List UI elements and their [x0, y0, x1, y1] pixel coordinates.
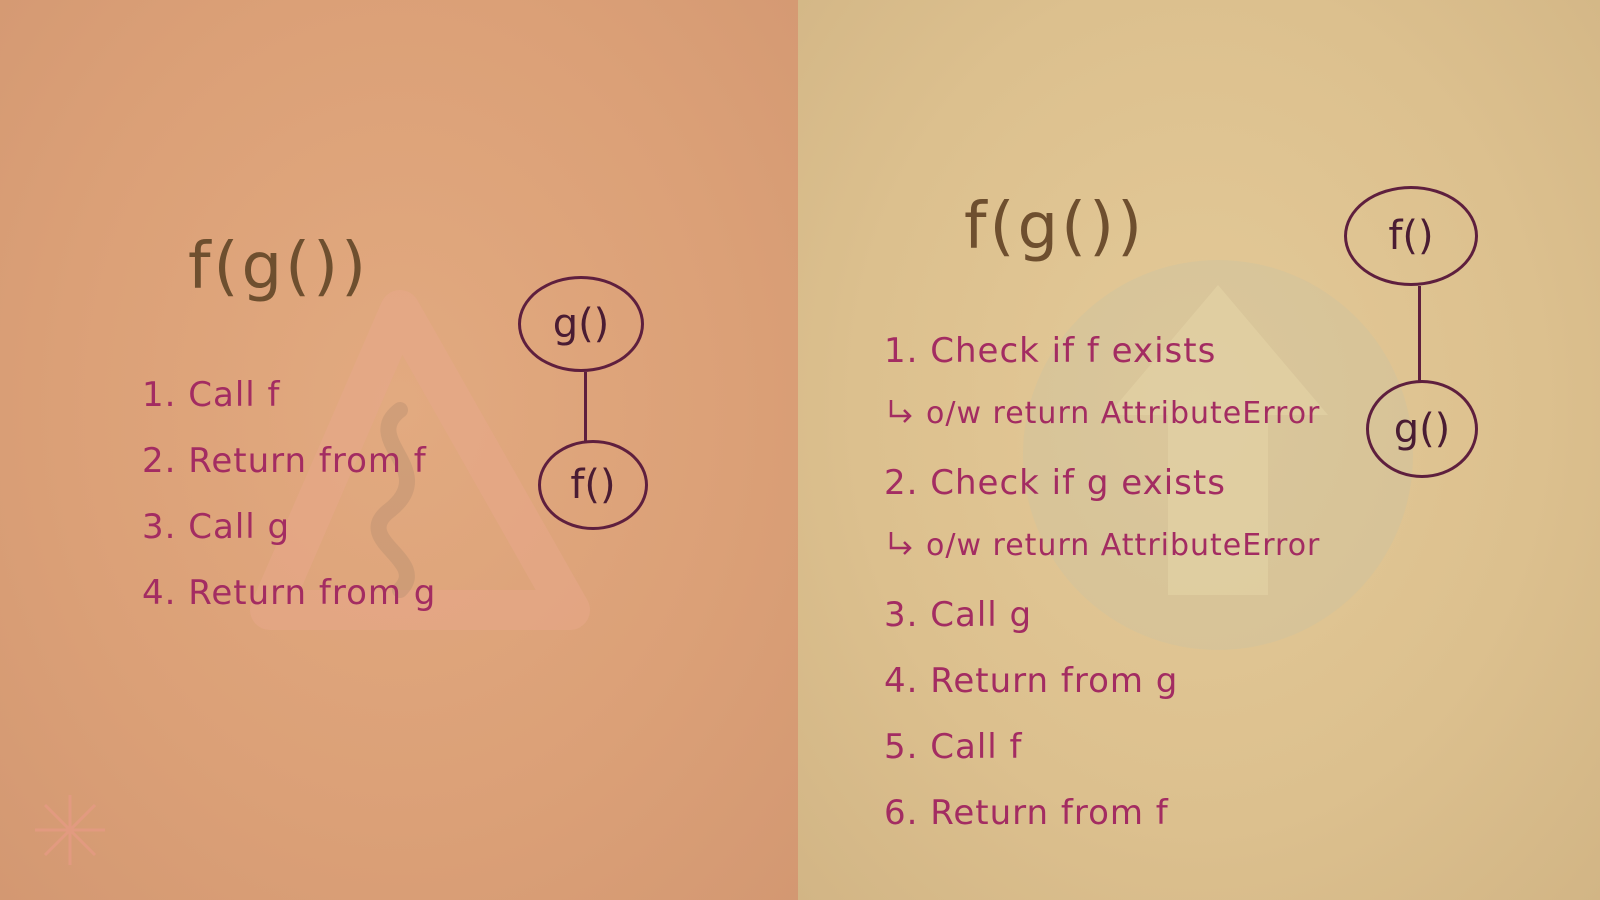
- snowflake-watermark: [35, 795, 105, 865]
- expression-title: f(g()): [188, 230, 370, 304]
- tree-node-top: f(): [1344, 186, 1478, 286]
- step-item: 2. Return from f: [142, 441, 427, 481]
- right-panel: f(g()) 1. Check if f exists o/w return A…: [798, 0, 1600, 900]
- tree-node-top: g(): [518, 276, 644, 372]
- step-subitem-label: o/w return AttributeError: [926, 396, 1321, 431]
- steps-list: 1. Call f 2. Return from f 3. Call g 4. …: [142, 362, 436, 626]
- steps-list: 1. Check if f exists o/w return Attribut…: [884, 318, 1320, 846]
- tree-node-bottom: f(): [538, 440, 648, 530]
- step-subitem-label: o/w return AttributeError: [926, 528, 1321, 563]
- tree-node-bottom: g(): [1366, 380, 1478, 478]
- return-arrow-icon: [889, 532, 912, 555]
- step-subitem: o/w return AttributeError: [884, 516, 1320, 582]
- return-arrow-icon: [889, 400, 912, 423]
- step-item: 6. Return from f: [884, 793, 1169, 833]
- step-item: 4. Return from g: [884, 661, 1179, 701]
- step-item: 3. Call g: [142, 507, 291, 547]
- step-item: 1. Call f: [142, 375, 281, 415]
- step-item: 3. Call g: [884, 595, 1033, 635]
- step-subitem: o/w return AttributeError: [884, 384, 1320, 450]
- step-item: 4. Return from g: [142, 573, 437, 613]
- step-item: 5. Call f: [884, 727, 1023, 767]
- expression-title: f(g()): [964, 190, 1146, 264]
- step-item: 2. Check if g exists: [884, 463, 1226, 503]
- tree-edge: [584, 372, 587, 442]
- tree-edge: [1418, 286, 1421, 382]
- left-panel: f(g()) 1. Call f 2. Return from f 3. Cal…: [0, 0, 798, 900]
- step-item: 1. Check if f exists: [884, 331, 1217, 371]
